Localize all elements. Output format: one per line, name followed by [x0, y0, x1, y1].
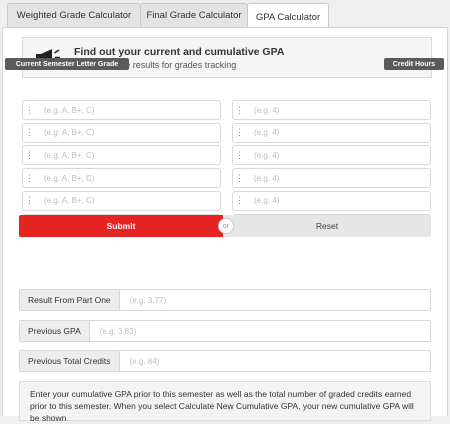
drag-handle-icon[interactable]: ⋮	[23, 150, 36, 161]
previous-gpa-field: Previous GPA (e.g. 3.83)	[19, 320, 431, 342]
letter-grade-placeholder: (e.g. A, B+, C)	[44, 196, 95, 206]
drag-handle-icon[interactable]: ⋮	[233, 173, 246, 184]
result-from-part-one-input[interactable]: (e.g. 3.77)	[120, 290, 166, 310]
letter-grade-placeholder: (e.g. A, B+, C)	[44, 173, 95, 183]
previous-gpa-label: Previous GPA	[20, 321, 90, 341]
credit-hours-column-label: Credit Hours	[384, 58, 444, 70]
cumulative-gpa-instructions: Enter your cumulative GPA prior to this …	[19, 381, 431, 423]
drag-handle-icon[interactable]: ⋮	[23, 173, 36, 184]
drag-handle-icon[interactable]: ⋮	[233, 127, 246, 138]
drag-handle-icon[interactable]: ⋮	[233, 105, 246, 116]
letter-grade-input[interactable]: ⋮ (e.g. A, B+, C)	[22, 168, 221, 189]
drag-handle-icon[interactable]: ⋮	[233, 150, 246, 161]
credit-hours-input[interactable]: ⋮ (e.g. 4)	[232, 122, 431, 143]
credit-hours-placeholder: (e.g. 4)	[254, 196, 280, 206]
letter-grade-placeholder: (e.g. A, B+, C)	[44, 128, 95, 138]
letter-grade-input[interactable]: ⋮ (e.g. A, B+, C)	[22, 122, 221, 143]
drag-handle-icon[interactable]: ⋮	[23, 105, 36, 116]
drag-handle-icon[interactable]: ⋮	[23, 127, 36, 138]
credit-hours-placeholder: (e.g. 4)	[254, 105, 280, 115]
letter-grade-placeholder: (e.g. A, B+, C)	[44, 105, 95, 115]
tab-final-grade-calculator[interactable]: Final Grade Calculator	[140, 3, 248, 27]
submit-button[interactable]: Submit	[19, 215, 223, 237]
drag-handle-icon[interactable]: ⋮	[23, 195, 36, 206]
or-divider: or	[218, 218, 234, 234]
tab-weighted-grade-calculator[interactable]: Weighted Grade Calculator	[7, 3, 141, 27]
credit-hours-input[interactable]: ⋮ (e.g. 4)	[232, 168, 431, 189]
letter-grade-input[interactable]: ⋮ (e.g. A, B+, C)	[22, 145, 221, 166]
credit-hours-placeholder: (e.g. 4)	[254, 173, 280, 183]
result-from-part-one-label: Result From Part One	[20, 290, 120, 310]
header-title: Find out your current and cumulative GPA	[74, 46, 285, 58]
reset-button[interactable]: Reset	[223, 215, 431, 237]
credit-hours-input[interactable]: ⋮ (e.g. 4)	[232, 190, 431, 211]
credit-hours-input[interactable]: ⋮ (e.g. 4)	[232, 100, 431, 120]
drag-handle-icon[interactable]: ⋮	[233, 195, 246, 206]
previous-gpa-input[interactable]: (e.g. 3.83)	[90, 321, 136, 341]
result-from-part-one-field: Result From Part One (e.g. 3.77)	[19, 289, 431, 311]
credit-hours-placeholder: (e.g. 4)	[254, 128, 280, 138]
tab-gpa-calculator[interactable]: GPA Calculator	[247, 3, 329, 30]
credit-hours-placeholder: (e.g. 4)	[254, 150, 280, 160]
previous-total-credits-label: Previous Total Credits	[20, 351, 120, 371]
letter-grade-column-label: Current Semester Letter Grade	[5, 58, 129, 70]
letter-grade-placeholder: (e.g. A, B+, C)	[44, 150, 95, 160]
letter-grade-input[interactable]: ⋮ (e.g. A, B+, C)	[22, 100, 221, 120]
credit-hours-input[interactable]: ⋮ (e.g. 4)	[232, 145, 431, 166]
calculator-tabs: Weighted Grade Calculator Final Grade Ca…	[0, 0, 450, 30]
previous-total-credits-field: Previous Total Credits (e.g. 84)	[19, 350, 431, 372]
previous-total-credits-input[interactable]: (e.g. 84)	[120, 351, 160, 371]
letter-grade-input[interactable]: ⋮ (e.g. A, B+, C)	[22, 190, 221, 211]
